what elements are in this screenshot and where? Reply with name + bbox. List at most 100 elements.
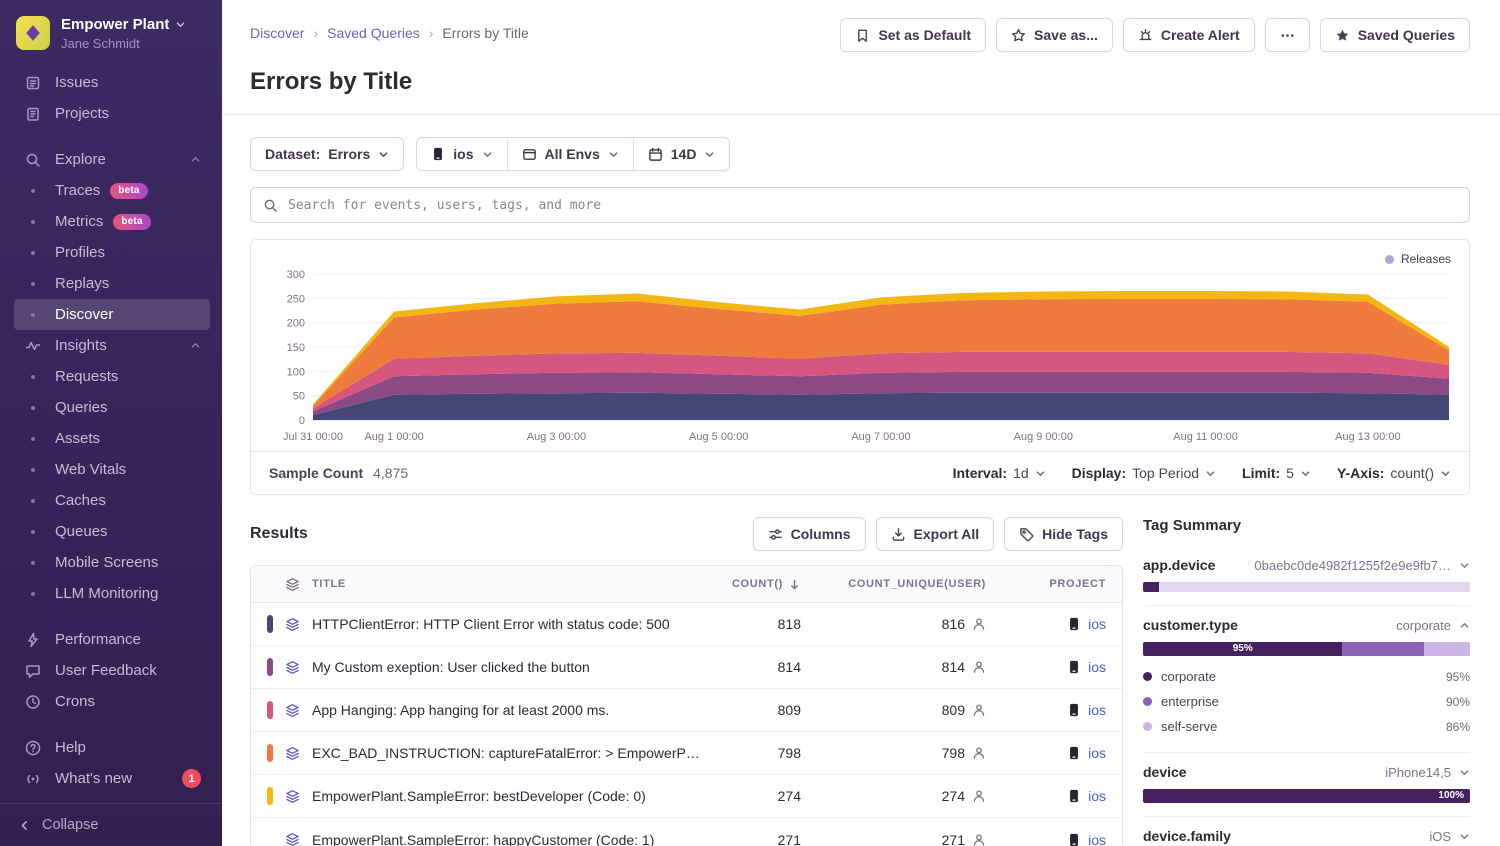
tag-key: customer.type <box>1143 617 1238 633</box>
more-options-button[interactable] <box>1265 18 1310 52</box>
sample-count: Sample Count 4,875 <box>269 465 408 481</box>
issue-title-link[interactable]: HTTPClientError: HTTP Client Error with … <box>312 616 670 632</box>
date-range-filter[interactable]: 14D <box>634 138 730 170</box>
column-count-unique[interactable]: COUNT_UNIQUE(USER) <box>817 566 1002 603</box>
issue-title-link[interactable]: EmpowerPlant.SampleError: bestDeveloper … <box>312 788 646 804</box>
dataset-filter[interactable]: Dataset: Errors <box>250 137 404 171</box>
search-bar[interactable] <box>250 187 1470 223</box>
issue-title-link[interactable]: My Custom exeption: User clicked the but… <box>312 659 590 675</box>
svg-text:200: 200 <box>287 318 305 330</box>
svg-text:150: 150 <box>287 342 305 354</box>
display-control[interactable]: Display:Top Period <box>1072 465 1216 481</box>
chevron-down-icon <box>1205 468 1216 479</box>
sidebar-item-llm-monitoring[interactable]: LLM Monitoring <box>14 578 210 609</box>
tag-toggle-customer-type[interactable]: customer.typecorporate <box>1143 617 1470 633</box>
svg-text:Aug 9 00:00: Aug 9 00:00 <box>1014 431 1073 443</box>
sidebar-item-replays[interactable]: Replays <box>14 268 210 299</box>
project-link[interactable]: ios <box>1088 745 1106 761</box>
bullet-dot <box>31 592 35 596</box>
legend-percent: 90% <box>1446 695 1470 709</box>
collapse-button[interactable]: Collapse <box>0 803 222 846</box>
sidebar-item-label: User Feedback <box>55 662 157 679</box>
project-filter[interactable]: ios <box>417 138 507 170</box>
sidebar-item-projects[interactable]: Projects <box>14 98 210 129</box>
chevron-down-icon <box>1440 468 1451 479</box>
tag-toggle-app-device[interactable]: app.device0baebc0de4982f1255f2e9e9fb7… <box>1143 557 1470 573</box>
svg-text:250: 250 <box>287 293 305 305</box>
content-area: Dataset: Errors ios All Envs 14D <box>222 115 1500 846</box>
save-as-button[interactable]: Save as... <box>996 18 1113 52</box>
hide-tags-button[interactable]: Hide Tags <box>1004 517 1123 551</box>
project-link[interactable]: ios <box>1088 616 1106 632</box>
project-link[interactable]: ios <box>1088 832 1106 846</box>
releases-legend-toggle[interactable]: Releases <box>1385 252 1451 266</box>
sidebar-item-user-feedback[interactable]: User Feedback <box>14 655 210 686</box>
chevron-down-icon <box>175 19 186 30</box>
project-link[interactable]: ios <box>1088 788 1106 804</box>
sidebar-item-profiles[interactable]: Profiles <box>14 237 210 268</box>
sidebar-section-explore[interactable]: Explore <box>14 144 210 175</box>
tag-toggle-device[interactable]: deviceiPhone14,5 <box>1143 764 1470 780</box>
series-color-swatch <box>267 658 273 676</box>
sidebar-item-assets[interactable]: Assets <box>14 423 210 454</box>
legend-dot <box>1143 722 1152 731</box>
issue-title-link[interactable]: EmpowerPlant.SampleError: happyCustomer … <box>312 832 654 846</box>
export-all-button[interactable]: Export All <box>876 517 995 551</box>
siren-icon <box>1138 28 1153 43</box>
beta-badge: beta <box>110 183 147 199</box>
chevron-down-icon <box>1035 468 1046 479</box>
count-unique-cell: 816 <box>942 616 965 632</box>
sidebar-item-discover[interactable]: Discover <box>14 299 210 330</box>
column-title[interactable]: TITLE <box>312 578 346 590</box>
org-switcher[interactable]: Empower Plant Jane Schmidt <box>0 0 222 63</box>
set-as-default-button[interactable]: Set as Default <box>840 18 986 52</box>
column-count[interactable]: COUNT() <box>732 578 783 590</box>
count-cell: 274 <box>717 775 817 818</box>
results-title: Results <box>250 525 308 543</box>
project-link[interactable]: ios <box>1088 702 1106 718</box>
sidebar-item-queues[interactable]: Queues <box>14 516 210 547</box>
create-alert-button[interactable]: Create Alert <box>1123 18 1255 52</box>
interval-control[interactable]: Interval:1d <box>953 465 1046 481</box>
issue-title-link[interactable]: App Hanging: App hanging for at least 20… <box>312 702 609 718</box>
sidebar-section-insights[interactable]: Insights <box>14 330 210 361</box>
sidebar-item-metrics[interactable]: Metricsbeta <box>14 206 210 237</box>
issue-title-link[interactable]: EXC_BAD_INSTRUCTION: captureFatalError: … <box>312 745 701 761</box>
sidebar-item-traces[interactable]: Tracesbeta <box>14 175 210 206</box>
tag-toggle-device-family[interactable]: device.familyiOS <box>1143 828 1470 844</box>
svg-text:Aug 5 00:00: Aug 5 00:00 <box>689 431 748 443</box>
sidebar-item-what-s-new[interactable]: What's new1 <box>14 763 210 794</box>
tag-segment <box>1159 582 1470 592</box>
tag-icon <box>1019 527 1034 542</box>
table-row: HTTPClientError: HTTP Client Error with … <box>251 603 1122 646</box>
sidebar-item-mobile-screens[interactable]: Mobile Screens <box>14 547 210 578</box>
segment-percent-label: 95% <box>1143 642 1342 656</box>
breadcrumb-discover[interactable]: Discover <box>250 25 304 41</box>
count-unique-cell: 809 <box>942 702 965 718</box>
limit-control[interactable]: Limit:5 <box>1242 465 1311 481</box>
y-axis-control[interactable]: Y-Axis:count() <box>1337 465 1451 481</box>
sidebar-item-crons[interactable]: Crons <box>14 686 210 717</box>
column-project[interactable]: PROJECT <box>1002 566 1122 603</box>
breadcrumb-saved-queries[interactable]: Saved Queries <box>327 25 420 41</box>
environment-filter[interactable]: All Envs <box>508 138 634 170</box>
svg-text:Jul 31 00:00: Jul 31 00:00 <box>283 431 343 443</box>
project-link[interactable]: ios <box>1088 659 1106 675</box>
sidebar: Empower Plant Jane Schmidt IssuesProject… <box>0 0 222 846</box>
control-value: Top Period <box>1132 465 1199 481</box>
search-input[interactable] <box>288 198 1457 213</box>
tag-card-device-family: device.familyiOS100% <box>1143 816 1470 846</box>
sidebar-item-performance[interactable]: Performance <box>14 624 210 655</box>
user-icon <box>972 660 986 674</box>
sidebar-item-help[interactable]: Help <box>14 732 210 763</box>
sidebar-item-queries[interactable]: Queries <box>14 392 210 423</box>
sidebar-item-web-vitals[interactable]: Web Vitals <box>14 454 210 485</box>
sidebar-item-issues[interactable]: Issues <box>14 67 210 98</box>
table-row: EmpowerPlant.SampleError: happyCustomer … <box>251 818 1122 846</box>
user-icon <box>972 617 986 631</box>
sidebar-item-caches[interactable]: Caches <box>14 485 210 516</box>
layers-icon <box>285 617 300 632</box>
columns-button[interactable]: Columns <box>753 517 866 551</box>
sidebar-item-requests[interactable]: Requests <box>14 361 210 392</box>
saved-queries-button[interactable]: Saved Queries <box>1320 18 1470 52</box>
